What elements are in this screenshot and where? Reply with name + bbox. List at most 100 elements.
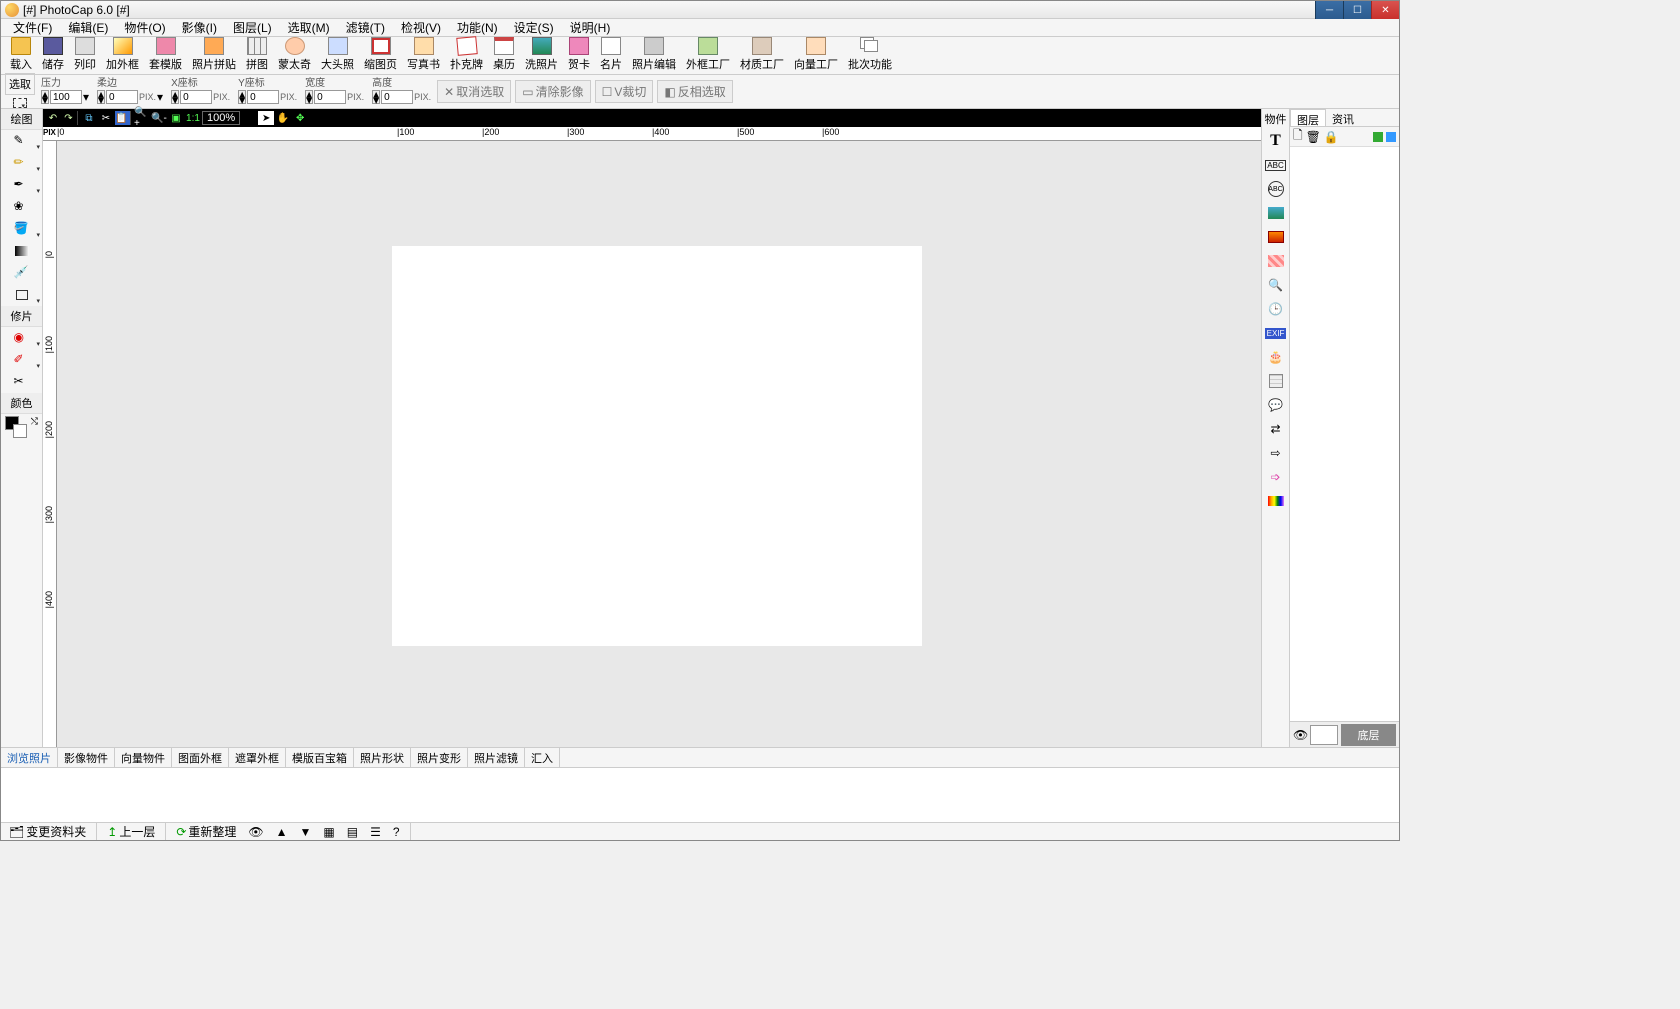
swap-colors-icon[interactable]: ⤭ (31, 416, 38, 427)
btab-vector-obj[interactable]: 向量物件 (115, 748, 172, 768)
pen-tool[interactable]: ✒▾ (1, 174, 42, 196)
delete-layer-button[interactable]: 🗑 (1306, 130, 1321, 144)
redeye-tool[interactable]: ◉▾ (1, 327, 42, 349)
tb-photo-puzzle[interactable]: 照片拼贴 (187, 37, 241, 72)
pointer-tool-button[interactable]: ➤ (258, 111, 274, 125)
tb-bizcard[interactable]: 名片 (595, 37, 627, 72)
star-arrow-button[interactable]: ➩ (1266, 467, 1286, 487)
menu-image[interactable]: 影像(I) (174, 19, 225, 36)
btab-import[interactable]: 汇入 (525, 748, 560, 768)
change-folder-button[interactable]: 🗂变更资料夹 (5, 823, 90, 840)
h-input[interactable] (381, 90, 413, 104)
text-object-button[interactable]: T (1266, 131, 1286, 151)
pattern-object-button[interactable] (1266, 251, 1286, 271)
soft-input[interactable] (106, 90, 138, 104)
color-fill-button[interactable] (1266, 227, 1286, 247)
btab-outer-frame[interactable]: 图面外框 (172, 748, 229, 768)
canvas-document[interactable] (392, 246, 922, 646)
tb-print[interactable]: 列印 (69, 37, 101, 72)
tb-photo-book[interactable]: 写真书 (402, 37, 445, 72)
cut-button[interactable]: ✂ (98, 111, 114, 125)
tb-frame-factory[interactable]: 外框工厂 (681, 37, 735, 72)
view-thumb-button[interactable]: ▦ (319, 825, 338, 839)
hand-tool-button[interactable]: ✋ (275, 111, 291, 125)
arrows-object-button[interactable]: ⇄ (1266, 419, 1286, 439)
textbox-object-button[interactable]: ABC (1266, 155, 1286, 175)
paste-button[interactable]: 📋 (115, 111, 131, 125)
zoom-in-button[interactable]: 🔍+ (134, 111, 150, 125)
move-tool-button[interactable]: ✥ (292, 111, 308, 125)
btab-photo-filter[interactable]: 照片滤镜 (468, 748, 525, 768)
x-input[interactable] (180, 90, 212, 104)
btab-image-obj[interactable]: 影像物件 (58, 748, 115, 768)
image-object-button[interactable] (1266, 203, 1286, 223)
sort-desc-button[interactable]: ▼ (296, 825, 316, 839)
shape-tool[interactable]: ▾ (1, 284, 42, 306)
y-input[interactable] (247, 90, 279, 104)
tb-photo-edit[interactable]: 照片编辑 (627, 37, 681, 72)
copy-button[interactable]: ⧉ (81, 111, 97, 125)
calendar-object-button[interactable] (1266, 371, 1286, 391)
btab-browse[interactable]: 浏览照片 (1, 748, 58, 768)
tb-big-head[interactable]: 大头照 (316, 37, 359, 72)
up-one-level-button[interactable]: ↥上一层 (103, 823, 159, 840)
tb-montage[interactable]: 蒙太奇 (273, 37, 316, 72)
close-button[interactable]: ✕ (1371, 1, 1399, 19)
tb-material-factory[interactable]: 材质工厂 (735, 37, 789, 72)
menu-function[interactable]: 功能(N) (449, 19, 506, 36)
menu-object[interactable]: 物件(O) (116, 19, 173, 36)
speech-object-button[interactable]: 💬 (1266, 395, 1286, 415)
fit-button[interactable]: ▣ (168, 111, 184, 125)
tb-print-photo[interactable]: 洗照片 (520, 37, 563, 72)
bucket-tool[interactable]: 🪣▾ (1, 218, 42, 240)
magnify-object-button[interactable]: 🔍 (1266, 275, 1286, 295)
menu-help[interactable]: 说明(H) (562, 19, 619, 36)
w-input[interactable] (314, 90, 346, 104)
zoom-display[interactable]: 100% (202, 111, 240, 125)
tb-batch[interactable]: 批次功能 (843, 37, 897, 72)
heal-tool[interactable]: ✐▾ (1, 349, 42, 371)
redo-button[interactable]: ↷ (62, 111, 78, 125)
eyedropper-tool[interactable]: 💉 (1, 262, 42, 284)
layer-flag-green-icon[interactable] (1373, 132, 1383, 142)
brush-tool[interactable]: ✏▾ (1, 152, 42, 174)
zoom-out-button[interactable]: 🔍- (151, 111, 167, 125)
color-picker[interactable]: ⤭ (1, 414, 42, 444)
menu-edit[interactable]: 编辑(E) (60, 19, 116, 36)
new-layer-button[interactable]: 🗋 (1293, 126, 1303, 147)
tb-thumb-page[interactable]: 缩图页 (359, 37, 402, 72)
scissors-tool[interactable]: ✂ (1, 371, 42, 393)
tb-greeting[interactable]: 贺卡 (563, 37, 595, 72)
actual-size-button[interactable]: 1:1 (185, 111, 201, 125)
layers-list[interactable] (1290, 147, 1399, 721)
menu-select[interactable]: 选取(M) (280, 19, 338, 36)
visibility-eye-icon[interactable]: 👁 (1293, 728, 1307, 742)
tb-calendar[interactable]: 桌历 (488, 37, 520, 72)
canvas-viewport[interactable] (57, 141, 1261, 747)
preview-eye-button[interactable]: 👁 (244, 825, 267, 839)
btab-photo-shape[interactable]: 照片形状 (354, 748, 411, 768)
background-color[interactable] (13, 424, 27, 438)
arrow-object-button[interactable]: ⇨ (1266, 443, 1286, 463)
cake-object-button[interactable]: 🎂 (1266, 347, 1286, 367)
tb-template[interactable]: 套模版 (144, 37, 187, 72)
crop-button[interactable]: ☐V裁切 (595, 80, 654, 103)
inverse-selection-button[interactable]: ◧反相选取 (657, 80, 732, 103)
layer-row[interactable]: 👁 底层 (1290, 721, 1399, 747)
refresh-button[interactable]: ⟳重新整理 (172, 823, 240, 840)
stamp-tool[interactable]: ❀ (1, 196, 42, 218)
tab-layers[interactable]: 图层 (1290, 109, 1326, 126)
menu-layer[interactable]: 图层(L) (225, 19, 280, 36)
menu-settings[interactable]: 设定(S) (506, 19, 562, 36)
menu-view[interactable]: 检视(V) (393, 19, 449, 36)
btab-template-box[interactable]: 模版百宝箱 (286, 748, 354, 768)
view-list-button[interactable]: ▤ (343, 825, 362, 839)
btab-mask-frame[interactable]: 遮罩外框 (229, 748, 286, 768)
undo-button[interactable]: ↶ (45, 111, 61, 125)
tb-collage[interactable]: 拼图 (241, 37, 273, 72)
cancel-selection-button[interactable]: ✕取消选取 (437, 80, 511, 103)
layer-flag-blue-icon[interactable] (1386, 132, 1396, 142)
clear-image-button[interactable]: ▭清除影像 (515, 80, 590, 103)
layer-name[interactable]: 底层 (1341, 724, 1396, 746)
layer-thumbnail[interactable] (1310, 725, 1338, 745)
